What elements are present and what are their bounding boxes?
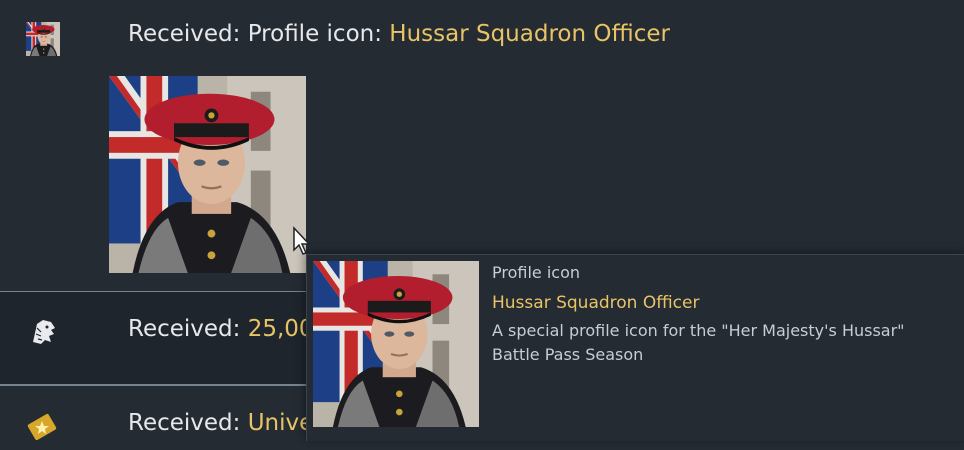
portrait-icon — [26, 22, 60, 56]
reward-text: Received: 25,000 — [128, 316, 328, 342]
coupon-icon — [27, 412, 61, 446]
profile-icon-tooltip: Profile icon Hussar Squadron Officer A s… — [306, 254, 964, 441]
reward-prefix: Received: — [128, 410, 248, 436]
tooltip-portrait-image — [313, 261, 479, 427]
reward-text: Received: Univers — [128, 410, 335, 436]
tooltip-item-type: Profile icon — [492, 263, 581, 282]
reward-prefix: Received: Profile icon: — [128, 21, 390, 47]
tooltip-item-description: A special profile icon for the "Her Maje… — [492, 321, 905, 364]
reward-prefix: Received: — [128, 316, 248, 342]
tooltip-item-name: Hussar Squadron Officer — [492, 293, 700, 313]
mouse-cursor-icon — [293, 226, 311, 255]
profile-icon-image[interactable] — [109, 76, 306, 273]
reward-text: Received: Profile icon: Hussar Squadron … — [128, 21, 670, 47]
reward-highlight: Hussar Squadron Officer — [389, 21, 670, 47]
reward-row-profile-icon: Received: Profile icon: Hussar Squadron … — [0, 0, 964, 285]
lion-icon — [27, 316, 61, 350]
